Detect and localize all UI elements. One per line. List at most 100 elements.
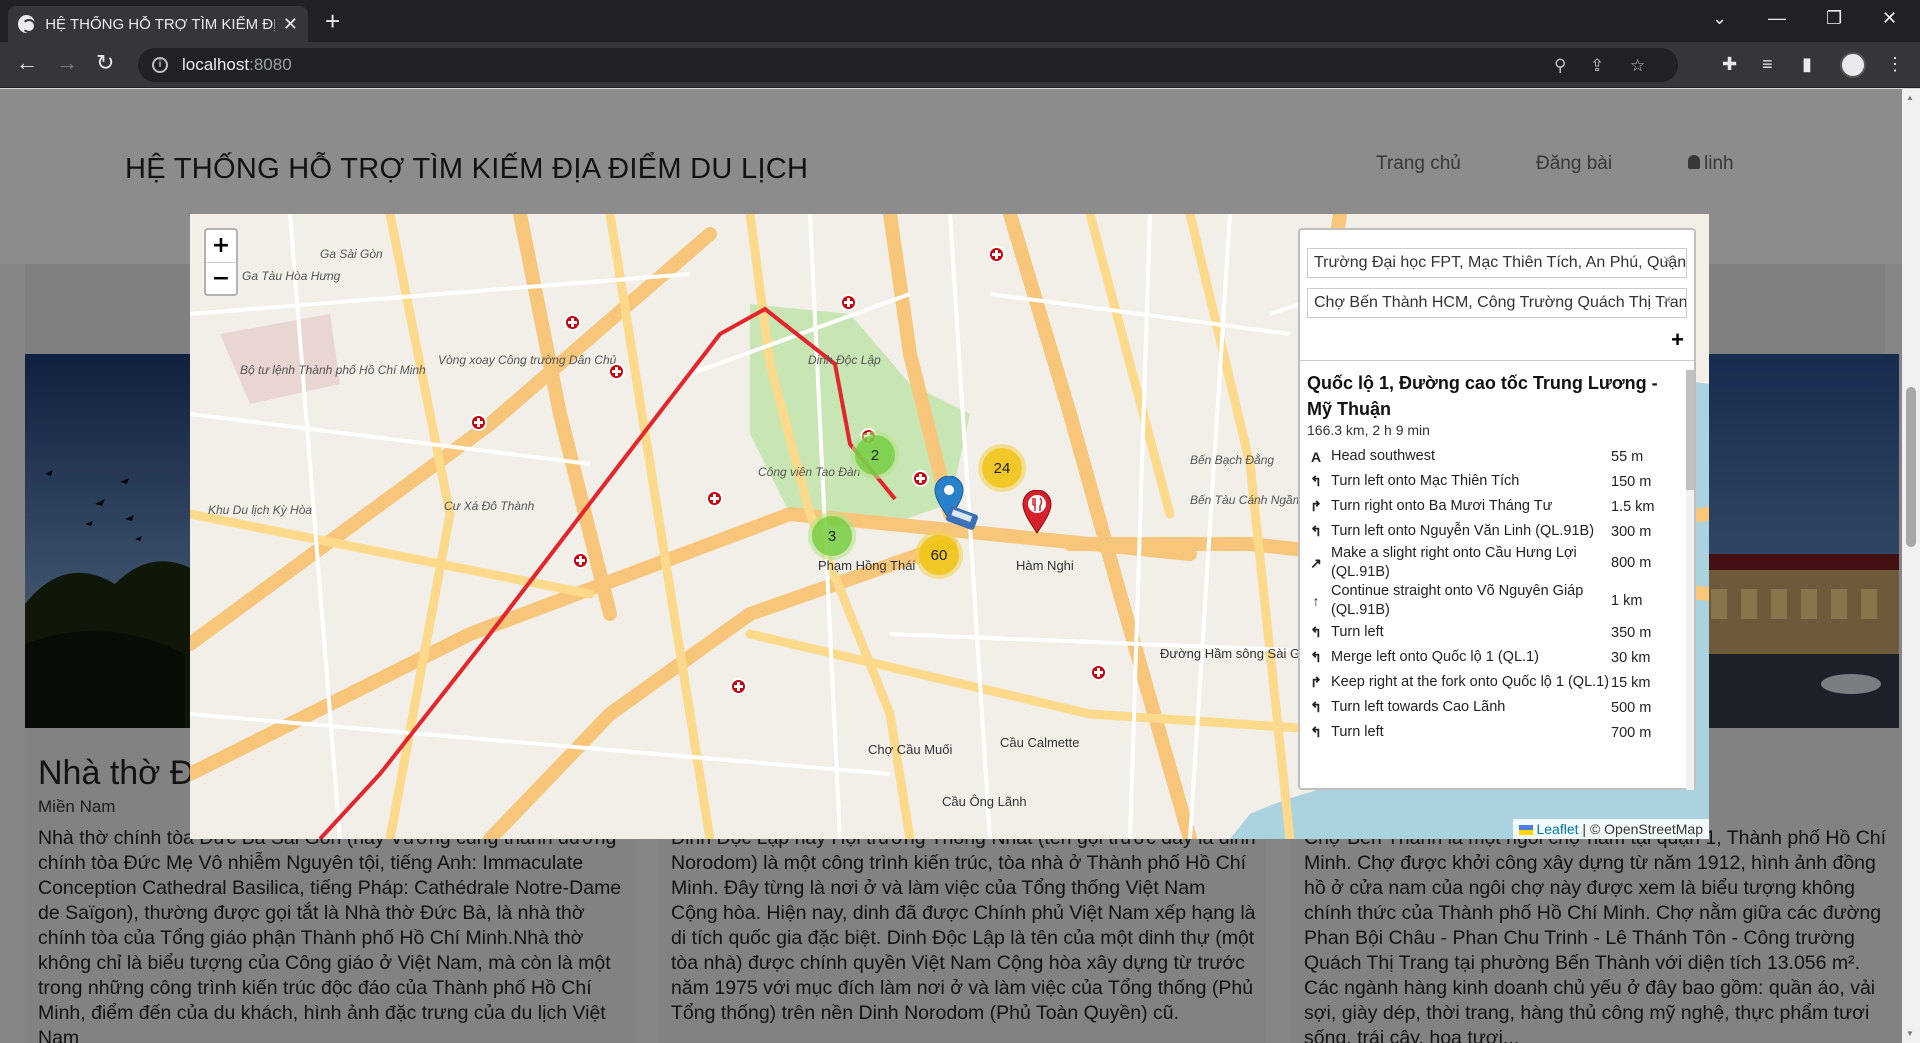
scroll-down-icon[interactable]: ▼ — [1906, 1029, 1914, 1038]
hospital-icon — [470, 414, 487, 431]
browser-toolbar: ← → ↻ i localhost:8080 ⚲ ⇪ ☆ ✚ ≡ ▮ ⋮ — [0, 42, 1920, 116]
tab-title: HỆ THỐNG HỖ TRỢ TÌM KIẾM ĐỊ — [45, 15, 275, 33]
route-to-input[interactable]: Chợ Bến Thành HCM, Công Trường Quách Thị… — [1307, 288, 1687, 318]
instruction-row[interactable]: ↰ Turn left 350 m — [1307, 620, 1675, 645]
itinerary-scrollbar[interactable] — [1686, 370, 1694, 790]
label-vong-xoay: Vòng xoay Công trường Dân Chủ — [438, 353, 617, 367]
marker-cluster[interactable]: 3 — [808, 512, 856, 560]
add-waypoint-button[interactable]: + — [1671, 327, 1684, 353]
instruction-distance: 30 km — [1611, 649, 1651, 666]
tab-close-icon[interactable]: ✕ — [283, 14, 298, 35]
scroll-up-icon[interactable]: ▲ — [1906, 93, 1914, 102]
instruction-text: Continue straight onto Võ Nguyên Giáp (Q… — [1331, 583, 1584, 618]
hospital-icon — [1090, 664, 1107, 681]
hospital-icon — [572, 552, 589, 569]
instruction-row[interactable]: ↱ Turn right onto Ba Mươi Tháng Tư 1.5 km — [1307, 494, 1675, 519]
close-window-icon[interactable]: ✕ — [1882, 8, 1897, 29]
hospital-icon — [988, 246, 1005, 263]
browser-menu-icon[interactable]: ⋮ — [1886, 54, 1904, 75]
route-from-input[interactable]: Trường Đại học FPT, Mạc Thiên Tích, An P… — [1307, 248, 1687, 278]
map-view[interactable]: Ga Sài Gòn Ga Tàu Hòa Hưng Dinh Độc Lập … — [190, 214, 1709, 839]
marker-cluster[interactable]: 2 — [851, 431, 899, 479]
keep-right-icon: ↱ — [1310, 674, 1322, 690]
media-queue-icon[interactable]: ≡ — [1762, 54, 1773, 75]
tab-search-icon[interactable]: ⌄ — [1712, 8, 1727, 29]
turn-left-icon: ↰ — [1310, 473, 1322, 489]
reload-icon[interactable]: ↻ — [96, 52, 114, 74]
zoom-in-button[interactable]: + — [206, 230, 236, 262]
share-icon[interactable]: ⇪ — [1590, 56, 1604, 76]
instruction-row[interactable]: ↱ Keep right at the fork onto Quốc lộ 1 (… — [1307, 670, 1675, 695]
instruction-list: A Head southwest 55 m ↰ Turn left onto Mạc T… — [1307, 444, 1675, 745]
zoom-out-button[interactable]: − — [206, 262, 236, 294]
routing-divider — [1300, 360, 1694, 361]
minimize-icon[interactable]: — — [1768, 8, 1786, 29]
forward-icon[interactable]: → — [56, 52, 78, 74]
site-favicon-icon — [18, 15, 37, 33]
slight-right-icon: ↗ — [1310, 554, 1322, 571]
depart-icon: A — [1310, 448, 1322, 465]
label-cu-xa: Cư Xá Đô Thành — [444, 499, 535, 513]
instruction-distance: 700 m — [1611, 724, 1652, 741]
remove-waypoint-icon[interactable]: × — [1663, 252, 1672, 270]
restaurant-marker-icon[interactable] — [1022, 490, 1052, 534]
cluster-count: 2 — [855, 435, 895, 475]
instruction-row[interactable]: ↰ Turn left onto Mạc Thiên Tích 150 m — [1307, 469, 1675, 494]
hospital-icon — [706, 490, 723, 507]
remove-waypoint-icon[interactable]: × — [1663, 292, 1672, 310]
instruction-distance: 55 m — [1611, 448, 1644, 465]
instruction-row[interactable]: ↰ Turn left towards Cao Lãnh 500 m — [1307, 695, 1675, 720]
leaflet-link[interactable]: Leaflet — [1536, 821, 1578, 837]
instruction-row[interactable]: A Head southwest 55 m — [1307, 444, 1675, 469]
instruction-row[interactable]: ↑ Continue straight onto Võ Nguyên Giáp (… — [1307, 582, 1675, 620]
instruction-distance: 300 m — [1611, 523, 1652, 540]
hospital-icon — [564, 314, 581, 331]
map-attribution: Leaflet | © OpenStreetMap — [1513, 819, 1709, 839]
label-ky-hoa: Khu Du lịch Kỳ Hòa — [208, 503, 312, 517]
cluster-count: 24 — [982, 448, 1022, 488]
label-duong-ham: Đường Hầm sông Sài Gòn — [1160, 646, 1315, 661]
turn-left-icon: ↰ — [1310, 624, 1322, 640]
url-port: :8080 — [249, 55, 292, 74]
instruction-text: Turn left — [1331, 624, 1384, 640]
turn-left-icon: ↰ — [1310, 699, 1322, 715]
hospital-icon — [912, 470, 929, 487]
instruction-row[interactable]: ↰ Turn left onto Nguyễn Văn Linh (QL.91B)… — [1307, 519, 1675, 544]
new-tab-button[interactable]: + — [325, 8, 340, 34]
label-cong-vien: Công viên Tao Đàn — [758, 465, 861, 479]
location-icon[interactable]: ⚲ — [1554, 56, 1566, 76]
instruction-row[interactable]: ↰ Merge left onto Quốc lộ 1 (QL.1) 30 km — [1307, 645, 1675, 670]
label-cau-calmette: Cầu Calmette — [1000, 735, 1079, 750]
itinerary[interactable]: Quốc lộ 1, Đường cao tốc Trung Lương - M… — [1307, 370, 1675, 780]
label-ben-bach-dang: Bến Bạch Đằng — [1190, 452, 1274, 467]
turn-right-icon: ↱ — [1310, 498, 1322, 514]
restore-icon[interactable]: ❐ — [1826, 8, 1842, 29]
instruction-text: Turn left onto Nguyễn Văn Linh (QL.91B) — [1331, 523, 1595, 539]
back-icon[interactable]: ← — [16, 52, 38, 74]
bus-icon — [946, 506, 978, 530]
instruction-row[interactable]: ↗ Make a slight right onto Cầu Hưng Lợi (… — [1307, 544, 1675, 582]
side-panel-icon[interactable]: ▮ — [1802, 54, 1812, 75]
label-bo-tu-lenh: Bộ tư lệnh Thành phố Hồ Chí Minh — [240, 363, 426, 377]
instruction-row[interactable]: ↰ Turn left 700 m — [1307, 720, 1675, 745]
scroll-thumb[interactable] — [1906, 387, 1916, 547]
instruction-distance: 1.5 km — [1611, 498, 1655, 515]
extensions-puzzle-icon[interactable]: ✚ — [1722, 54, 1737, 75]
site-info-icon[interactable]: i — [152, 57, 168, 73]
profile-avatar[interactable] — [1840, 52, 1866, 78]
instruction-distance: 15 km — [1611, 674, 1651, 691]
itinerary-scroll-thumb[interactable] — [1686, 370, 1694, 490]
hospital-icon — [608, 363, 625, 380]
bookmark-star-icon[interactable]: ☆ — [1630, 56, 1645, 76]
address-bar[interactable]: i localhost:8080 ⚲ ⇪ ☆ — [138, 48, 1678, 82]
cluster-count: 3 — [812, 516, 852, 556]
page-scrollbar[interactable]: ▲ ▼ — [1902, 89, 1920, 1043]
label-dinh-doc-lap: Dinh Độc Lập — [808, 353, 881, 367]
marker-cluster[interactable]: 24 — [978, 444, 1026, 492]
instruction-distance: 800 m — [1611, 555, 1652, 571]
browser-tabbar: HỆ THỐNG HỖ TRỢ TÌM KIẾM ĐỊ ✕ + ⌄ — ❐ ✕ — [0, 0, 1920, 42]
marker-cluster[interactable]: 60 — [915, 531, 963, 579]
straight-icon: ↑ — [1312, 593, 1320, 609]
hospital-icon — [730, 678, 747, 695]
browser-tab[interactable]: HỆ THỐNG HỖ TRỢ TÌM KIẾM ĐỊ ✕ — [8, 6, 308, 42]
